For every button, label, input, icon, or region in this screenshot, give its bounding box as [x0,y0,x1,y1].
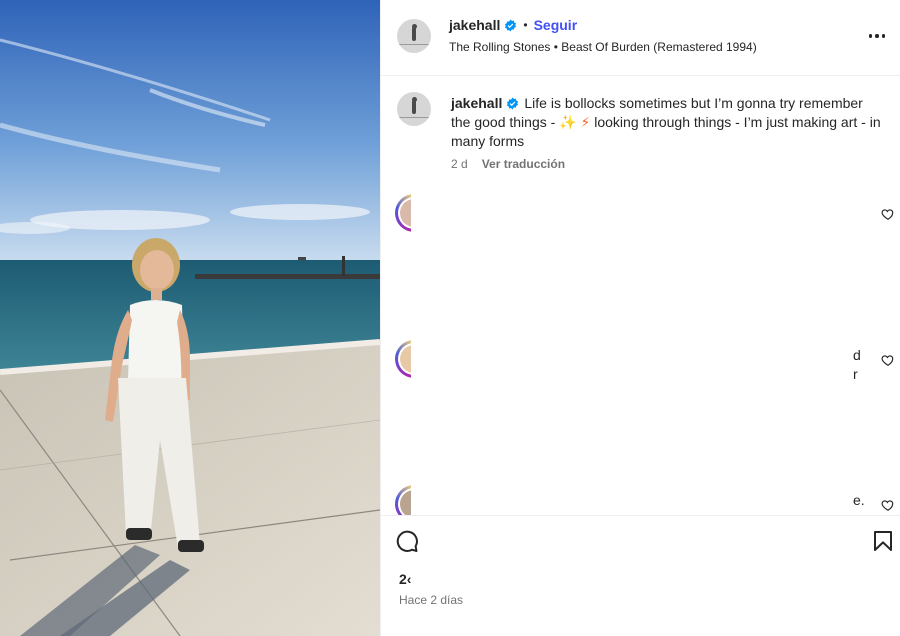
see-translation-link[interactable]: Ver traducción [482,157,565,171]
post-actions: 2‹ Hace 2 días [381,515,900,636]
post-modal: jakehall • Seguir The Rolling Stones • B… [0,0,900,636]
author-line: jakehall • Seguir [449,17,577,33]
verified-badge-icon [507,97,519,110]
comment-body [411,485,851,515]
more-options-icon[interactable] [865,24,889,48]
photo-image [0,0,380,636]
caption-meta: 2 d Ver traducción [451,157,565,171]
caption-username[interactable]: jakehall [451,95,502,111]
comment-body [411,194,851,334]
caption-avatar[interactable] [397,92,431,126]
bookmark-icon[interactable] [871,529,895,553]
comment-text-fragment: e. [853,492,865,508]
comment-body [411,340,851,480]
comment-text-fragment: r [853,366,858,382]
post-time-ago[interactable]: Hace 2 días [399,593,463,607]
comment-icon[interactable] [395,529,419,553]
post-photo[interactable] [0,0,380,636]
heart-icon[interactable] [881,498,895,512]
author-username[interactable]: jakehall [449,17,500,33]
follow-button[interactable]: Seguir [534,17,578,33]
verified-badge-icon [505,19,517,31]
author-avatar[interactable] [397,19,431,53]
sparkles-emoji: ✨ [559,114,577,130]
comment-text-fragment: d [853,347,861,363]
audio-track[interactable]: The Rolling Stones • Beast Of Burden (Re… [449,40,757,54]
bolt-emoji: ⚡ [580,114,591,130]
post-side-panel: jakehall • Seguir The Rolling Stones • B… [380,0,900,636]
heart-icon[interactable] [881,207,895,221]
separator-dot: • [523,18,528,32]
likes-count[interactable]: 2‹ [399,571,411,587]
post-header: jakehall • Seguir The Rolling Stones • B… [381,0,900,76]
caption-age: 2 d [451,157,468,171]
caption-text: jakehall Life is bollocks sometimes but I… [451,94,881,151]
heart-icon[interactable] [881,353,895,367]
